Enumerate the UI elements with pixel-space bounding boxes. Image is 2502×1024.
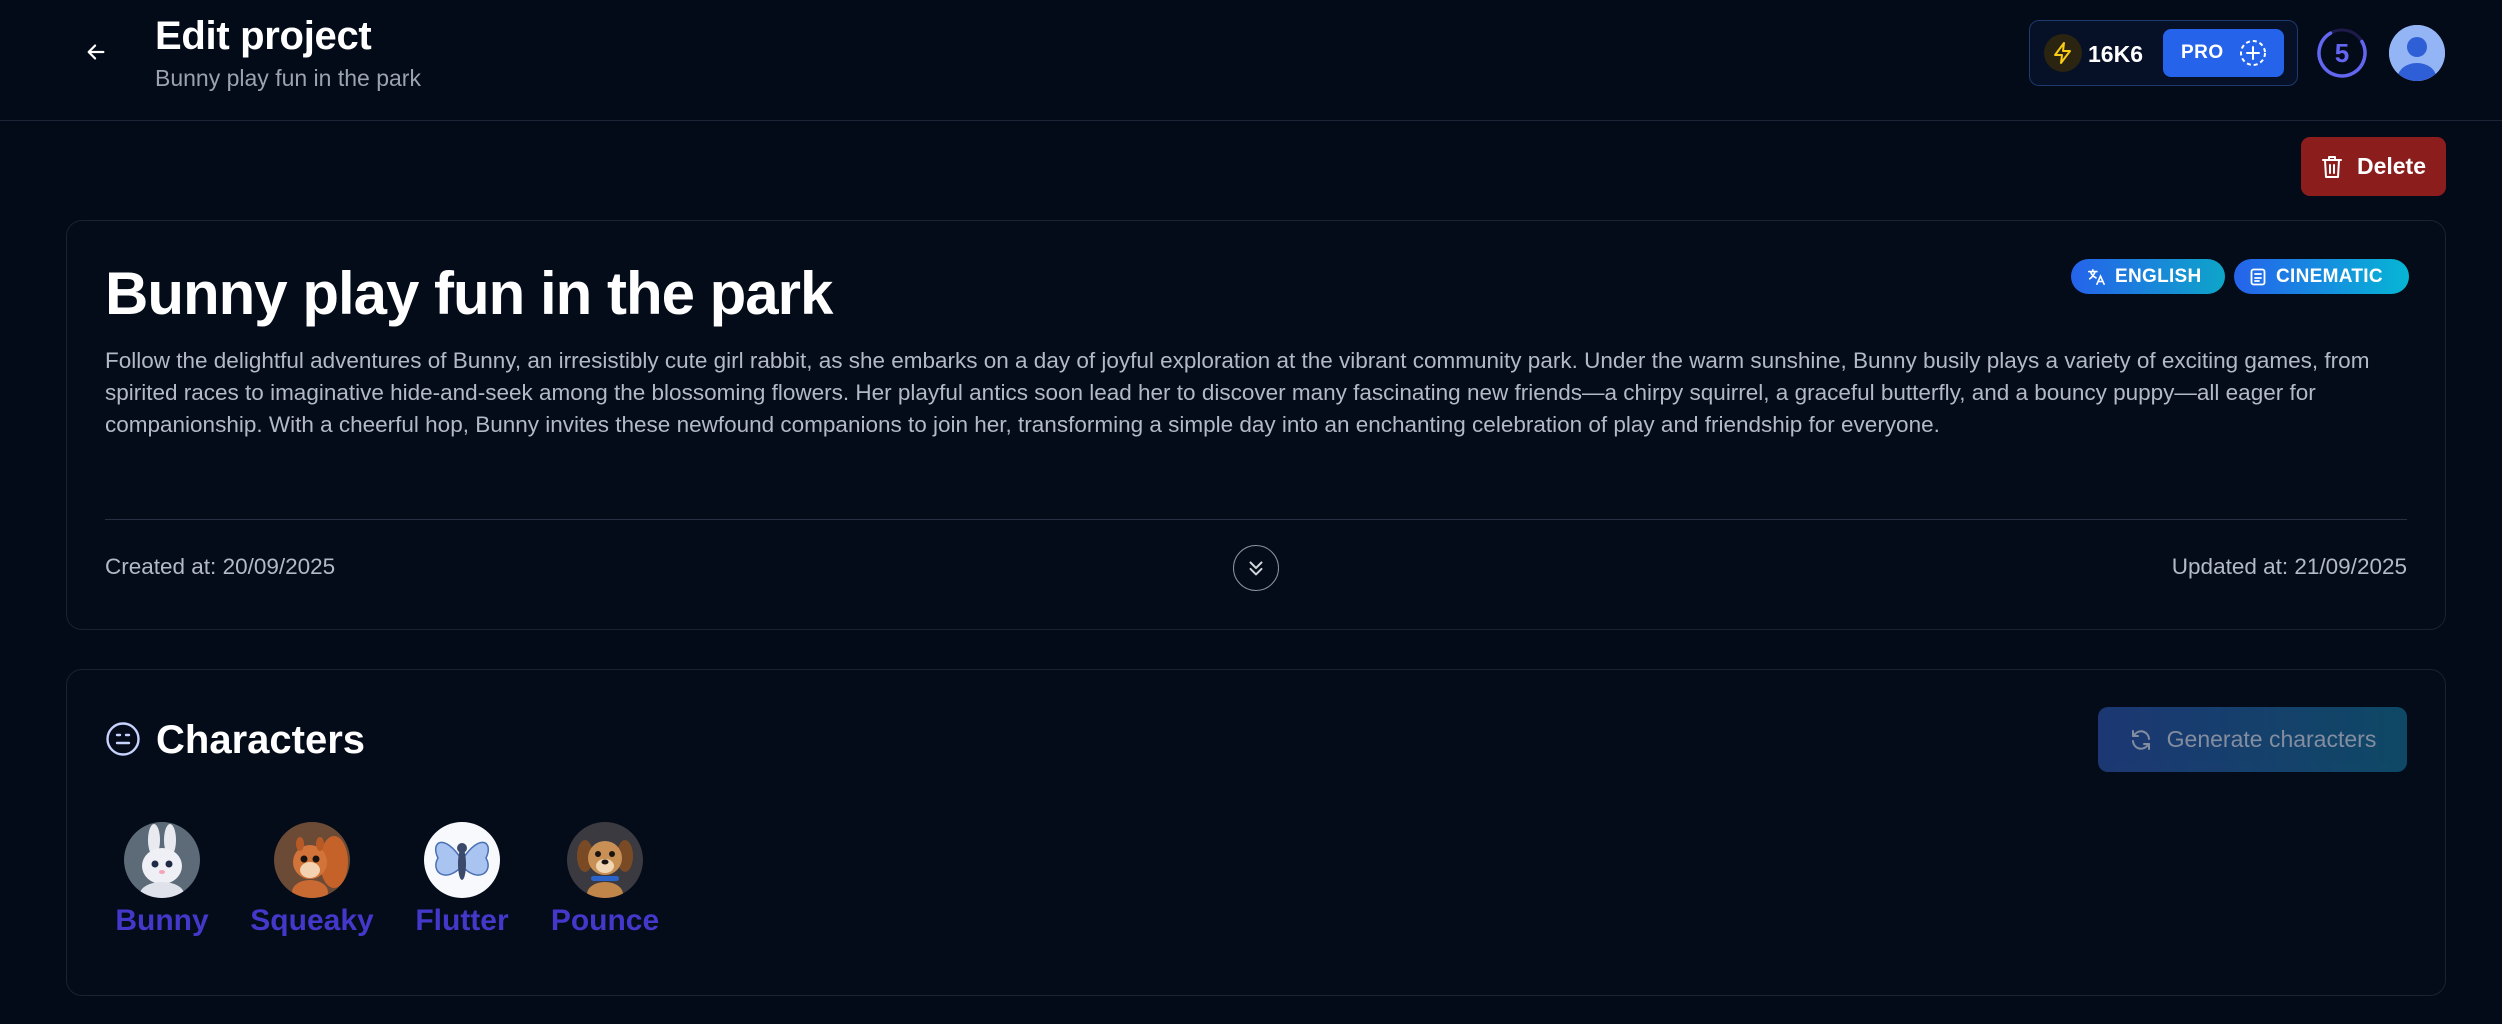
arrow-left-icon <box>87 44 105 60</box>
notification-count: 5 <box>2334 37 2350 68</box>
character-name: Bunny <box>115 904 209 937</box>
project-title: Bunny play fun in the park <box>105 260 833 327</box>
language-tag-label: ENGLISH <box>2115 265 2202 287</box>
top-bar: Edit project Bunny play fun in the park … <box>0 0 2502 121</box>
credits-value: 16K6 <box>2088 41 2143 67</box>
project-card: Bunny play fun in the park ENGLISH CINEM… <box>66 220 2446 630</box>
pro-label: PRO <box>2181 42 2224 63</box>
user-avatar[interactable] <box>2389 25 2445 81</box>
language-tag: ENGLISH <box>2071 259 2225 294</box>
refresh-icon <box>2131 729 2150 750</box>
created-date: Created at: 20/09/2025 <box>105 554 336 579</box>
character-pounce[interactable]: Pounce <box>540 822 670 942</box>
project-description: Follow the delightful adventures of Bunn… <box>105 348 2370 437</box>
updated-date: Updated at: 21/09/2025 <box>2171 554 2407 579</box>
notification-ring[interactable]: 5 <box>2316 27 2368 79</box>
generate-characters-button[interactable]: Generate characters <box>2098 707 2407 772</box>
expand-button[interactable] <box>1233 545 1279 591</box>
delete-button[interactable]: Delete <box>2301 137 2446 196</box>
character-flutter[interactable]: Flutter <box>397 822 527 942</box>
pro-upgrade-button[interactable]: PRO <box>2163 29 2284 77</box>
chevrons-down-icon <box>1249 561 1263 576</box>
pounce-avatar <box>567 822 643 898</box>
character-bunny[interactable]: Bunny <box>97 822 227 942</box>
back-button[interactable] <box>78 34 114 70</box>
user-icon <box>2389 25 2445 81</box>
credits-panel: 16K6 PRO <box>2029 20 2298 86</box>
trash-icon <box>2321 155 2342 178</box>
bolt-icon <box>2044 34 2082 72</box>
character-squeaky[interactable]: Squeaky <box>247 822 377 942</box>
style-tag-label: CINEMATIC <box>2276 265 2383 287</box>
bunny-avatar <box>124 822 200 898</box>
generate-characters-label: Generate characters <box>2166 726 2377 752</box>
page-subtitle: Bunny play fun in the park <box>155 65 421 91</box>
style-tag: CINEMATIC <box>2234 259 2409 294</box>
flutter-avatar <box>424 822 500 898</box>
divider <box>105 519 2407 520</box>
translate-icon <box>2087 268 2105 285</box>
plus-circle-icon <box>2239 40 2266 66</box>
character-name: Flutter <box>415 904 509 937</box>
film-icon <box>2250 268 2266 285</box>
character-name: Squeaky <box>250 904 374 937</box>
squeaky-avatar <box>274 822 350 898</box>
smiley-icon <box>106 722 140 756</box>
characters-card: Characters Generate characters Bunny Squ… <box>66 669 2446 996</box>
delete-label: Delete <box>2356 153 2427 179</box>
characters-title: Characters <box>156 718 366 762</box>
page-title: Edit project <box>155 14 372 58</box>
character-name: Pounce <box>550 904 660 937</box>
